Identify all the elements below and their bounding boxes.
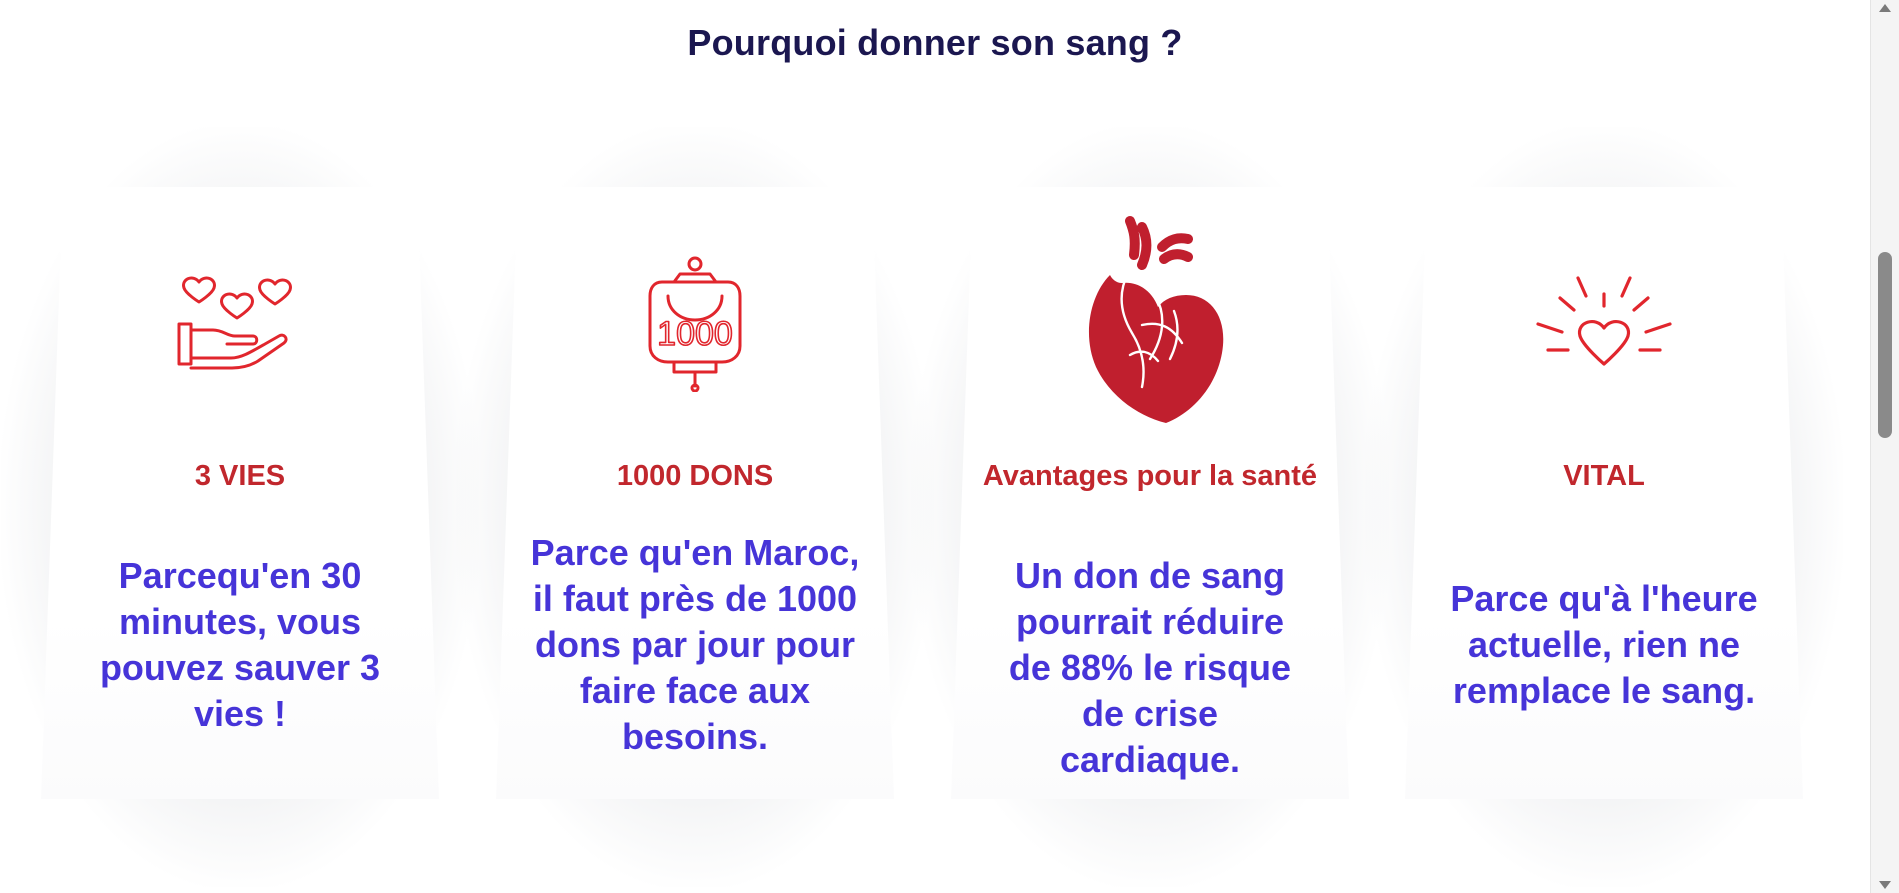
vertical-scrollbar[interactable] (1870, 0, 1899, 893)
card-vital: VITAL Parce qu'à l'heure actuelle, rien … (1365, 127, 1843, 887)
arrow-up-icon[interactable] (1879, 4, 1891, 12)
arrow-down-icon[interactable] (1879, 881, 1891, 889)
blood-bag-1000-icon: 1000 (590, 217, 800, 427)
anatomical-heart-icon (1045, 215, 1255, 425)
card-heading: 1000 DONS (616, 460, 774, 492)
hand-hearts-icon (135, 217, 345, 427)
radiant-heart-icon (1499, 217, 1709, 427)
scrollbar-thumb[interactable] (1878, 252, 1892, 438)
card-heading: VITAL (1563, 460, 1645, 492)
card-heading: Avantages pour la santé (982, 460, 1318, 492)
card-text: Un don de sang pourrait réduire de 88% l… (1008, 555, 1292, 780)
card-text: Parce qu'en Maroc, il faut près de 1000 … (530, 532, 860, 757)
page: Pourquoi donner son sang ? 3 VIES Parceq… (0, 0, 1899, 893)
icon-label: 1000 (657, 315, 733, 353)
card-heading: 3 VIES (194, 460, 286, 492)
card-text: Parce qu'à l'heure actuelle, rien ne rem… (1450, 578, 1758, 711)
card-1000-dons: 1000 1000 DONS Parce qu'en Maroc, il fau… (456, 127, 934, 887)
card-3-vies: 3 VIES Parcequ'en 30 minutes, vous pouve… (1, 127, 479, 887)
cards-container: 3 VIES Parcequ'en 30 minutes, vous pouve… (0, 0, 1870, 893)
card-avantages-sante: Avantages pour la santé Un don de sang p… (911, 127, 1389, 887)
card-text: Parcequ'en 30 minutes, vous pouvez sauve… (99, 555, 381, 734)
